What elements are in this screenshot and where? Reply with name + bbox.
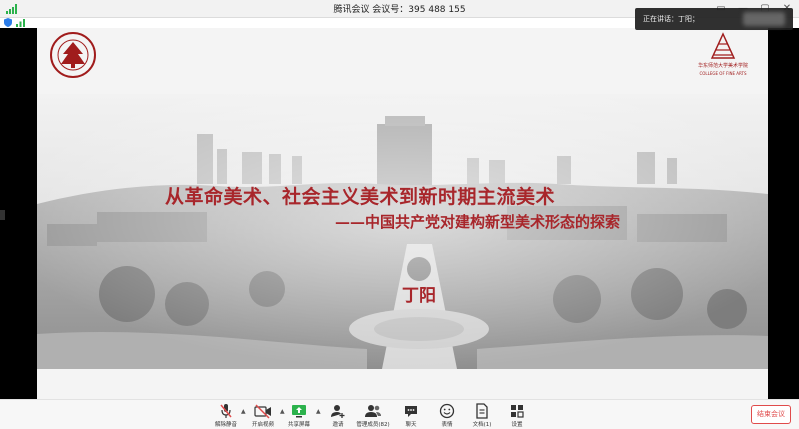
- chat-button[interactable]: 聊天: [391, 401, 431, 429]
- college-name-en: COLLEGE OF FINE ARTS: [699, 71, 747, 76]
- speaking-label: 正在讲话：丁阳；: [643, 15, 699, 23]
- unmute-label: 解除静音: [214, 422, 237, 428]
- start-video-label: 开启视频: [251, 422, 274, 428]
- emoji-icon: [439, 403, 455, 419]
- speaker-avatar: [743, 12, 785, 26]
- reaction-label: 表情: [441, 422, 453, 428]
- documents-button[interactable]: 文档(1): [462, 401, 502, 429]
- chat-icon: [405, 406, 417, 417]
- shared-screen: 华东师范大学美术学院 COLLEGE OF FINE ARTS 从革命美术、社会…: [37, 28, 768, 399]
- slide-author: 丁阳: [402, 286, 436, 306]
- document-icon: [476, 403, 488, 419]
- settings-button[interactable]: 设置: [497, 401, 537, 429]
- chevron-left-icon[interactable]: [0, 210, 5, 220]
- invite-label: 邀请: [332, 422, 344, 428]
- end-meeting-button[interactable]: 结束会议: [751, 405, 791, 424]
- start-video-button[interactable]: 开启视频: [243, 401, 283, 429]
- share-screen-icon: [292, 405, 306, 418]
- manage-members-button[interactable]: 管理成员(82): [353, 401, 393, 429]
- manage-members-label: 管理成员(82): [356, 422, 390, 428]
- slide-title: 从革命美术、社会主义美术到新时期主流美术: [165, 186, 556, 208]
- apps-grid-icon: [511, 405, 524, 418]
- unmute-button[interactable]: 解除静音: [206, 401, 246, 429]
- share-screen-button[interactable]: 共享屏幕: [279, 401, 319, 429]
- chat-label: 聊天: [405, 422, 417, 428]
- settings-label: 设置: [511, 422, 523, 428]
- invite-button[interactable]: 邀请: [318, 401, 358, 429]
- college-emblem-icon: [710, 32, 736, 59]
- speaking-indicator: 正在讲话：丁阳；: [635, 8, 793, 30]
- share-screen-label: 共享屏幕: [287, 422, 310, 428]
- slide-subtitle: ——中国共产党对建构新型美术形态的探索: [335, 213, 621, 231]
- meeting-toolbar: 解除静音 ▲ 开启视频 ▲ 共享屏幕 ▲ 邀请 管理成员(82) 聊天 表情 文…: [0, 399, 799, 429]
- mic-muted-icon: [220, 404, 232, 418]
- members-icon: [365, 405, 381, 417]
- documents-label: 文档(1): [472, 422, 492, 428]
- camera-off-icon: [254, 404, 271, 419]
- shield-icon[interactable]: [4, 18, 12, 27]
- network-icon[interactable]: [16, 19, 25, 27]
- reaction-button[interactable]: 表情: [427, 401, 467, 429]
- college-name-cn: 华东师范大学美术学院: [697, 63, 748, 69]
- invite-user-icon: [331, 405, 345, 418]
- ecnu-logo: [50, 32, 96, 78]
- college-logo: 华东师范大学美术学院 COLLEGE OF FINE ARTS: [688, 30, 758, 82]
